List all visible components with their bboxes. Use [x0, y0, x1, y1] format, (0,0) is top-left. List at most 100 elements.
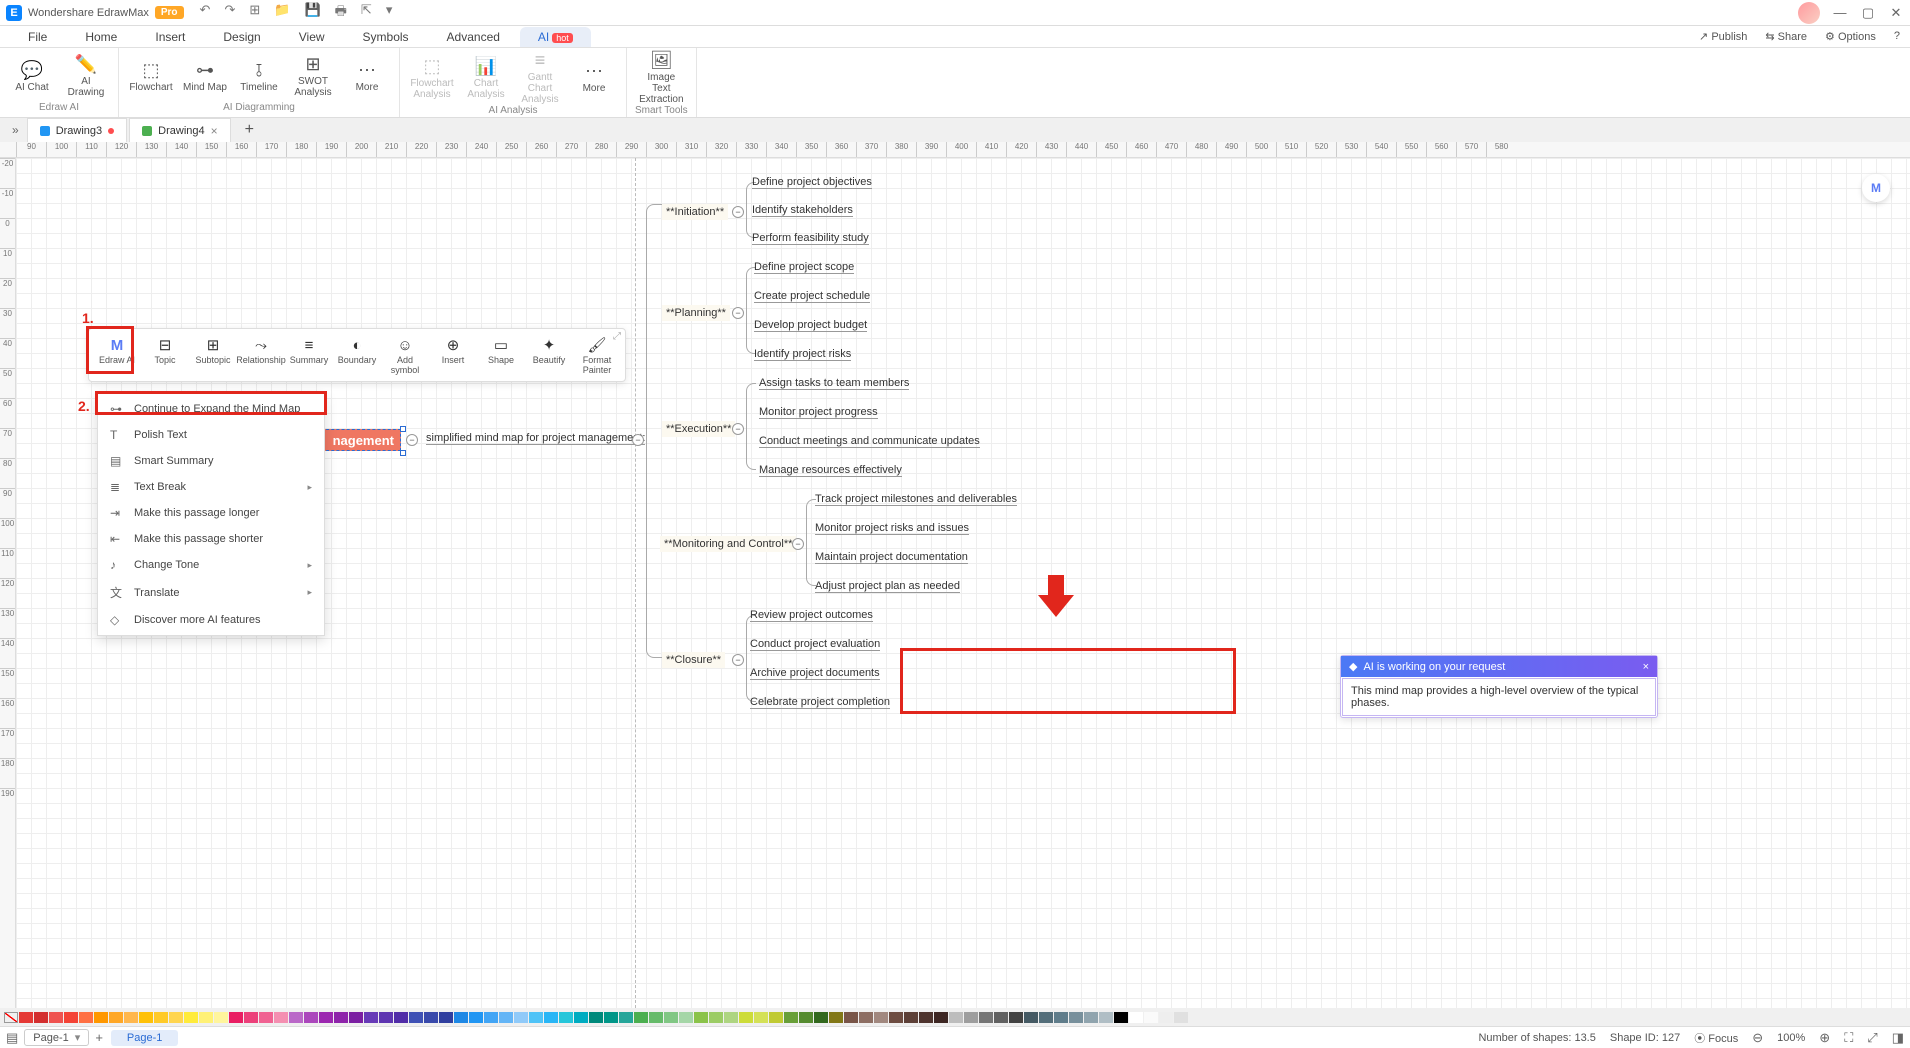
zoom-level[interactable]: 100%: [1777, 1032, 1805, 1044]
mindmap-leaf[interactable]: Maintain project documentation: [815, 551, 968, 564]
ai-assistant-badge[interactable]: M: [1862, 174, 1890, 202]
mindmap-leaf[interactable]: Review project outcomes: [750, 609, 873, 622]
fullscreen-icon[interactable]: ⤢: [1867, 1030, 1877, 1046]
color-swatch[interactable]: [949, 1012, 963, 1023]
mindmap-tool[interactable]: ⊶Mind Map: [181, 60, 229, 93]
zoom-in-icon[interactable]: ⊕: [1819, 1030, 1830, 1046]
mindmap-leaf[interactable]: Identify stakeholders: [752, 204, 853, 217]
focus-button[interactable]: ⦿ Focus: [1694, 1030, 1738, 1046]
menu-advanced[interactable]: Advanced: [429, 27, 518, 47]
add-page-icon[interactable]: +: [95, 1030, 103, 1045]
color-swatch[interactable]: [574, 1012, 588, 1023]
color-swatch[interactable]: [724, 1012, 738, 1023]
menu-ai[interactable]: AIhot: [520, 27, 591, 47]
color-swatch[interactable]: [964, 1012, 978, 1023]
color-swatch[interactable]: [769, 1012, 783, 1023]
redo-icon[interactable]: ↷: [224, 2, 235, 24]
mindmap-leaf[interactable]: Archive project documents: [750, 667, 880, 680]
panel-toggle-icon[interactable]: ◨: [1892, 1030, 1904, 1046]
color-swatch[interactable]: [304, 1012, 318, 1023]
color-swatch[interactable]: [214, 1012, 228, 1023]
collapse-toggle[interactable]: −: [406, 434, 418, 446]
page-selector[interactable]: Page-1▾: [24, 1029, 89, 1046]
color-swatch[interactable]: [424, 1012, 438, 1023]
selection-handle[interactable]: [400, 450, 406, 456]
color-swatch[interactable]: [529, 1012, 543, 1023]
gantt-analysis-tool[interactable]: ≡Gantt Chart Analysis: [516, 50, 564, 105]
float-beautify[interactable]: ✦Beautify: [527, 333, 571, 377]
no-fill-swatch[interactable]: [4, 1012, 18, 1023]
color-swatch[interactable]: [139, 1012, 153, 1023]
color-swatch[interactable]: [469, 1012, 483, 1023]
float-boundary[interactable]: ◐Boundary: [335, 333, 379, 377]
mindmap-leaf[interactable]: Conduct project evaluation: [750, 638, 880, 651]
minimize-icon[interactable]: —: [1832, 5, 1848, 21]
color-swatch[interactable]: [829, 1012, 843, 1023]
maximize-icon[interactable]: ▢: [1860, 5, 1876, 21]
color-swatch[interactable]: [454, 1012, 468, 1023]
color-swatch[interactable]: [859, 1012, 873, 1023]
color-swatch[interactable]: [154, 1012, 168, 1023]
mindmap-leaf[interactable]: Identify project risks: [754, 348, 851, 361]
color-swatch[interactable]: [1174, 1012, 1188, 1023]
print-icon[interactable]: 🖶: [335, 2, 347, 24]
color-swatch[interactable]: [1024, 1012, 1038, 1023]
color-swatch[interactable]: [1159, 1012, 1173, 1023]
color-swatch[interactable]: [289, 1012, 303, 1023]
color-swatch[interactable]: [109, 1012, 123, 1023]
color-swatch[interactable]: [229, 1012, 243, 1023]
share-button[interactable]: ⇆ Share: [1765, 30, 1807, 43]
color-swatch[interactable]: [934, 1012, 948, 1023]
color-swatch[interactable]: [184, 1012, 198, 1023]
undo-icon[interactable]: ↶: [200, 2, 211, 24]
new-icon[interactable]: ⊞: [249, 2, 260, 24]
color-swatch[interactable]: [1114, 1012, 1128, 1023]
page-list-icon[interactable]: ▤: [6, 1030, 18, 1046]
ctx-polish-text[interactable]: TPolish Text: [98, 422, 324, 448]
mindmap-leaf[interactable]: Celebrate project completion: [750, 696, 890, 709]
color-swatch[interactable]: [379, 1012, 393, 1023]
collapse-toggle[interactable]: −: [732, 206, 744, 218]
mindmap-category[interactable]: **Initiation**: [662, 204, 728, 220]
more-diagram-tool[interactable]: ⋯More: [343, 60, 391, 93]
tab-drawing4[interactable]: Drawing4×: [129, 118, 230, 142]
color-swatch[interactable]: [499, 1012, 513, 1023]
ctx-continue-expand[interactable]: ⊶Continue to Expand the Mind Map: [98, 396, 324, 422]
menu-file[interactable]: File: [10, 27, 65, 47]
mindmap-category[interactable]: **Monitoring and Control**: [660, 536, 796, 552]
help-icon[interactable]: ?: [1894, 30, 1900, 43]
color-swatch[interactable]: [1039, 1012, 1053, 1023]
color-swatch[interactable]: [604, 1012, 618, 1023]
color-swatch[interactable]: [634, 1012, 648, 1023]
color-swatch[interactable]: [739, 1012, 753, 1023]
canvas[interactable]: nagement − simplified mind map for proje…: [16, 158, 1910, 1008]
color-swatch[interactable]: [559, 1012, 573, 1023]
color-swatch[interactable]: [844, 1012, 858, 1023]
image-text-tool[interactable]: 🖼Image Text Extraction: [637, 50, 685, 105]
color-swatch[interactable]: [334, 1012, 348, 1023]
menu-home[interactable]: Home: [67, 27, 135, 47]
float-add-symbol[interactable]: ☺Add symbol: [383, 333, 427, 377]
color-swatch[interactable]: [319, 1012, 333, 1023]
chart-analysis-tool[interactable]: 📊Chart Analysis: [462, 56, 510, 100]
collapse-panel-icon[interactable]: »: [4, 123, 27, 137]
mindmap-leaf[interactable]: Conduct meetings and communicate updates: [759, 435, 980, 448]
mindmap-leaf[interactable]: Define project objectives: [752, 176, 872, 189]
color-swatch[interactable]: [439, 1012, 453, 1023]
ctx-make-shorter[interactable]: ⇤Make this passage shorter: [98, 526, 324, 552]
color-swatch[interactable]: [1054, 1012, 1068, 1023]
mindmap-leaf[interactable]: Track project milestones and deliverable…: [815, 493, 1017, 506]
more-analysis-tool[interactable]: ⋯More: [570, 61, 618, 94]
collapse-toggle[interactable]: −: [732, 423, 744, 435]
mindmap-leaf[interactable]: Adjust project plan as needed: [815, 580, 960, 593]
menu-design[interactable]: Design: [205, 27, 278, 47]
color-swatch[interactable]: [364, 1012, 378, 1023]
new-tab-button[interactable]: +: [233, 118, 266, 142]
qat-dropdown-icon[interactable]: ▾: [386, 2, 393, 24]
float-subtopic[interactable]: ⊞Subtopic: [191, 333, 235, 377]
color-swatch[interactable]: [679, 1012, 693, 1023]
color-swatch[interactable]: [1144, 1012, 1158, 1023]
mindmap-category[interactable]: **Planning**: [662, 305, 730, 321]
mindmap-subtitle[interactable]: simplified mind map for project manageme…: [426, 432, 645, 445]
color-swatch[interactable]: [919, 1012, 933, 1023]
